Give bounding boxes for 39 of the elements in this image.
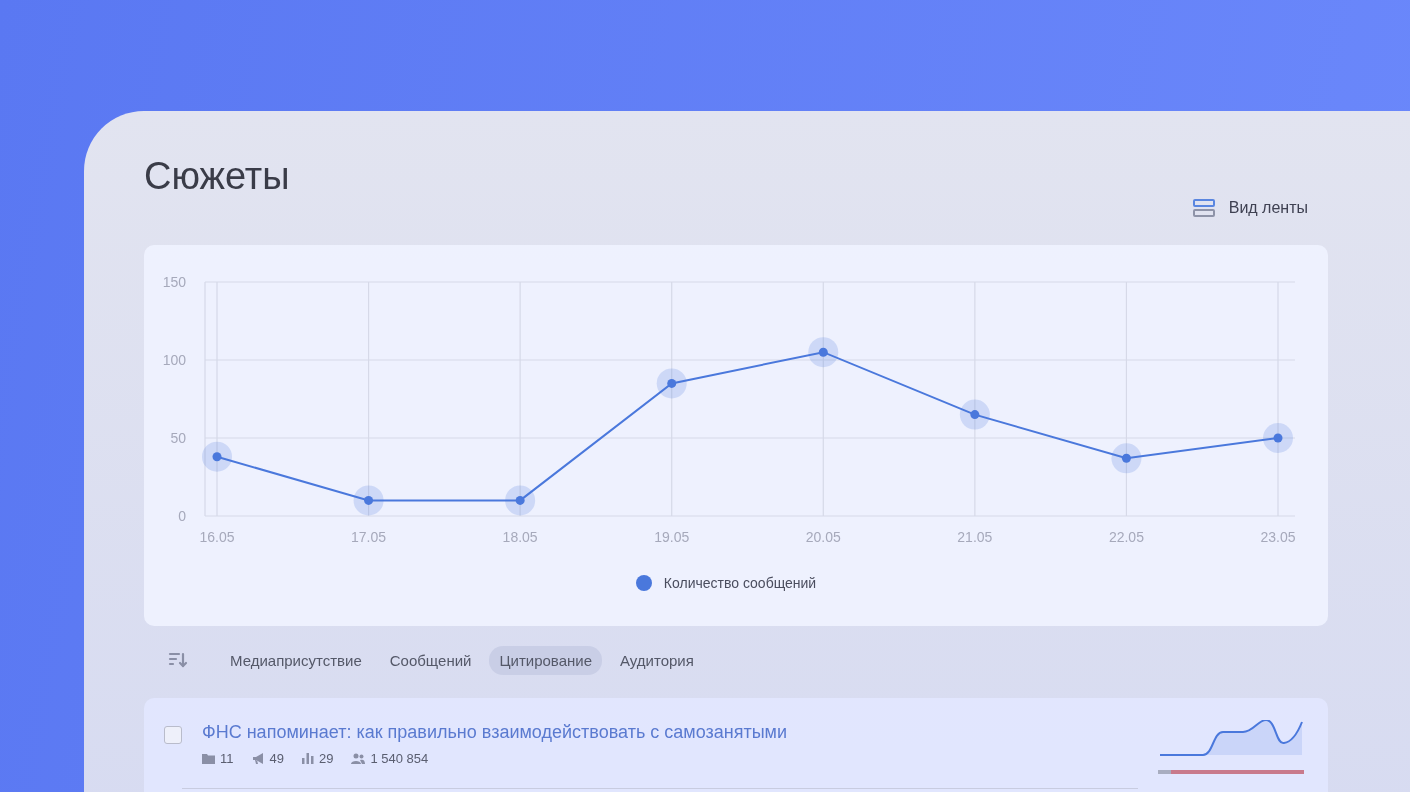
megaphone-icon (251, 753, 265, 764)
stat-value: 49 (269, 751, 284, 766)
feed-view-button[interactable]: Вид ленты (1192, 199, 1328, 245)
sort-tab[interactable]: Цитирование (489, 645, 602, 675)
checkbox[interactable] (164, 726, 182, 744)
y-axis-label: 150 (162, 274, 186, 290)
x-axis-label: 16.05 (199, 529, 235, 545)
legend-label: Количество сообщений (663, 575, 817, 591)
y-axis-label: 0 (178, 508, 186, 524)
stat-value: 11 (220, 751, 234, 766)
x-axis-label: 23.05 (1260, 529, 1296, 545)
x-axis-label: 17.05 (351, 529, 387, 545)
story-title-link[interactable]: ФНС напоминает: как правильно взаимодействовать с самозанятыми (202, 722, 788, 742)
x-axis-label: 21.05 (957, 529, 993, 545)
x-axis-label: 22.05 (1108, 529, 1144, 545)
folder-icon (202, 753, 215, 764)
people-icon (351, 753, 366, 764)
data-point[interactable] (1111, 443, 1142, 474)
rows-icon (1192, 199, 1215, 217)
stat-value: 29 (318, 751, 334, 766)
data-point[interactable] (656, 368, 687, 399)
sort-tab[interactable]: Медиаприсутствие (220, 645, 372, 675)
sort-tab[interactable]: Аудитория (610, 645, 704, 675)
sort-icon[interactable] (168, 652, 188, 668)
x-axis-label: 19.05 (654, 529, 690, 545)
data-point[interactable] (1263, 423, 1293, 453)
data-point[interactable] (505, 485, 536, 516)
x-axis-label: 20.05 (805, 529, 841, 545)
bar-chart-icon (301, 753, 314, 764)
y-axis-label: 50 (170, 430, 186, 446)
data-point[interactable] (353, 485, 384, 516)
x-axis-label: 18.05 (502, 529, 538, 545)
data-point[interactable] (202, 441, 232, 472)
data-point[interactable] (808, 337, 839, 368)
page-title: Сюжеты (144, 155, 290, 198)
stat-value: 1 540 854 (370, 751, 429, 766)
sort-tab[interactable]: Сообщений (379, 645, 482, 675)
y-axis-label: 100 (162, 352, 186, 368)
data-point[interactable] (959, 399, 990, 430)
